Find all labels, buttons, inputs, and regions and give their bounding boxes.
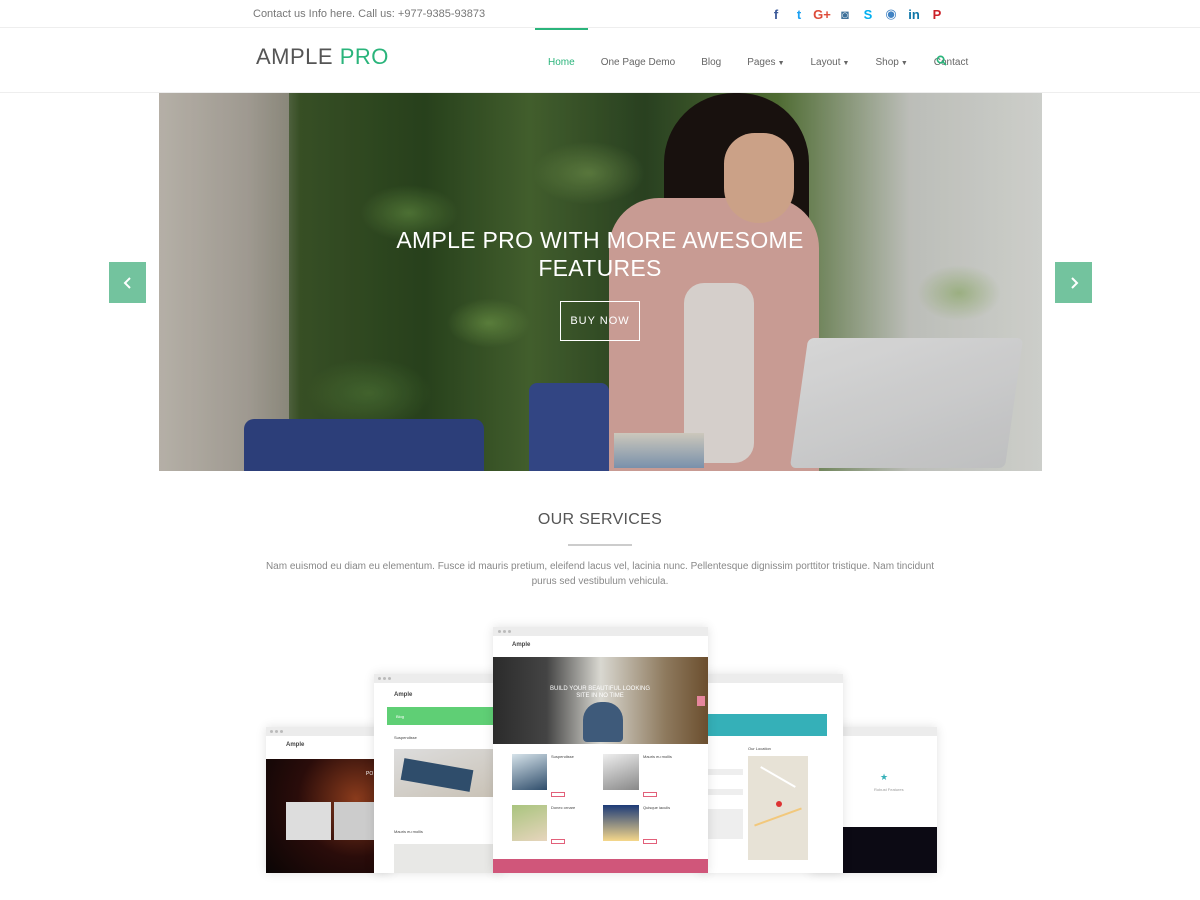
star-icon: ★ [880,772,889,782]
social-links: f t G+ ◙ S ◉ in P [768,6,945,22]
services-description: Nam euismod eu diam eu elementum. Fusce … [265,561,935,587]
nav-item-pages[interactable]: Pages ▼ [734,28,797,93]
main-navigation: Home One Page Demo Blog Pages ▼ Layout ▼ Shop ▼ C… [535,28,981,93]
blog-band [387,707,502,725]
buy-now-button[interactable]: BUY NOW [560,301,640,341]
post-title: Donec ornare [551,805,576,810]
nav-item-contact[interactable]: Contact [921,28,981,93]
post-image [394,844,494,873]
map-image [748,756,808,860]
skype-icon[interactable]: S [860,6,876,22]
mockup-screen-far-left: Ample PO [266,727,391,873]
top-bar: Contact us Info here. Call us: +977-9385… [0,0,1200,28]
blog-post-title: Mauris eu mollis [394,829,423,834]
google-plus-icon[interactable]: G+ [813,6,831,22]
location-heading: Our Location [748,746,771,751]
post-thumbnail [603,754,639,790]
post-thumbnail [512,754,547,790]
pink-footer-band [493,859,708,873]
contact-info: Contact us Info here. Call us: +977-9385… [253,8,486,20]
read-more-button [551,792,565,797]
facebook-icon[interactable]: f [768,6,784,22]
nav-item-blog[interactable]: Blog [688,28,734,93]
slide-overlay [159,93,1042,471]
caret-down-icon: ▼ [777,60,785,67]
mockup-hero-person [583,702,623,742]
hero-slider [159,93,1042,471]
caret-down-icon: ▼ [900,60,908,67]
site-logo[interactable]: AMPLE PRO [256,44,389,70]
mockup-logo: Ample [512,642,531,648]
slider-next-button[interactable] [1055,262,1092,303]
mockup-hero-text: PO [366,771,374,777]
instagram-icon[interactable]: ◙ [837,6,853,22]
mockup-feature-text: Robust Features [874,787,904,792]
linkedin-icon[interactable]: in [906,6,922,22]
post-title: Suspendisse [551,754,574,759]
nav-item-one-page-demo[interactable]: One Page Demo [588,28,689,93]
nav-item-label: Layout [810,57,841,68]
read-more-button [643,792,657,797]
mockup-screen-blog: Ample Blog Suspendisse Mauris eu mollis [374,674,502,873]
read-more-button [643,839,657,844]
nav-item-home[interactable]: Home [535,28,588,93]
mockup-screen-center: Ample BUILD YOUR BEAUTIFUL LOOKING SITE … [493,627,708,873]
mockup-card [334,802,379,840]
twitter-icon[interactable]: t [791,6,807,22]
nav-item-label: Pages [747,57,776,68]
title-divider [568,544,632,546]
chevron-right-icon [1070,276,1078,289]
blog-band-label: Blog [396,714,405,719]
post-thumbnail [603,805,639,841]
post-title: Quisque iaculis [643,805,671,810]
site-header: AMPLE PRO Home One Page Demo Blog Pages ▼ Lay… [0,28,1200,93]
mockup-logo: Ample [394,692,413,698]
teal-band [707,714,827,736]
caret-down-icon: ▼ [842,60,850,67]
slider-prev-button[interactable] [109,262,146,303]
nav-item-label: Home [548,57,575,68]
search-icon[interactable] [936,55,947,66]
nav-item-layout[interactable]: Layout ▼ [798,28,863,93]
nav-item-label: Blog [701,57,722,68]
post-title: Mauris eu mollis [643,754,672,759]
logo-main-text: AMPLE [256,44,334,69]
read-more-button [551,839,565,844]
slide-title: AMPLE PRO WITH MORE AWESOME FEATURES [396,227,804,281]
mockup-card [286,802,331,840]
github-icon[interactable]: ◉ [883,6,899,22]
chevron-left-icon [123,276,131,289]
blog-post-title: Suspendisse [394,735,417,740]
nav-item-shop[interactable]: Shop ▼ [862,28,920,93]
nav-item-label: Shop [875,57,899,68]
mockup-hero-text: BUILD YOUR BEAUTIFUL LOOKING SITE IN NO … [549,686,651,699]
services-title: OUR SERVICES [537,511,663,528]
logo-accent-text: PRO [339,44,389,69]
nav-item-label: One Page Demo [600,57,676,68]
mockup-screen-location: Our Location [700,674,843,873]
mockup-logo: Ample [286,742,305,748]
space-image [840,827,937,873]
pinterest-icon[interactable]: P [929,6,945,22]
post-thumbnail [512,805,547,841]
